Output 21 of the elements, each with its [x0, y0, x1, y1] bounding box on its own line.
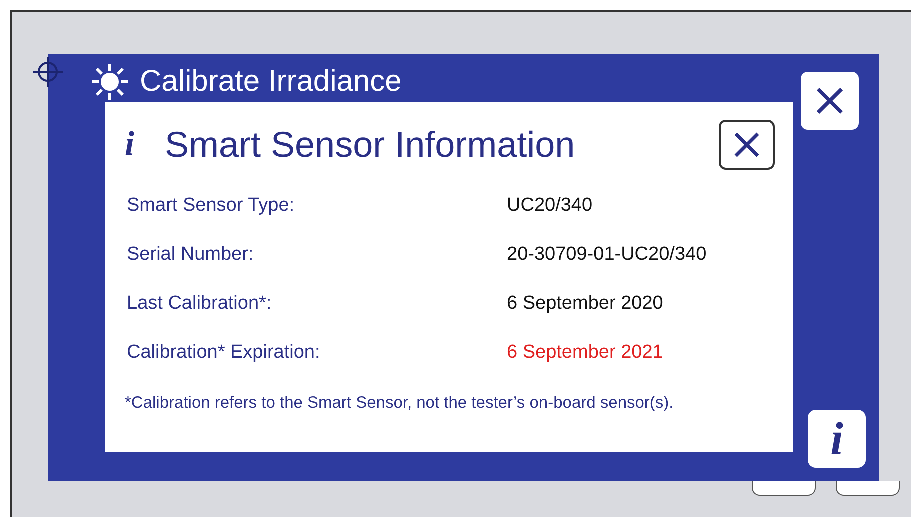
- footnote: *Calibration refers to the Smart Sensor, not the tester’s on-board sensor(s).: [125, 394, 675, 413]
- field-value: 20-30709-01-UC20/340: [507, 243, 707, 267]
- close-button[interactable]: [719, 120, 775, 170]
- field-label: Smart Sensor Type:: [127, 194, 296, 218]
- close-icon: [814, 85, 846, 117]
- field-value: UC20/340: [507, 194, 593, 218]
- field-value: 6 September 2021: [507, 341, 664, 365]
- crosshair-icon: [33, 57, 63, 87]
- field-value: 6 September 2020: [507, 292, 664, 316]
- dialog-title: Smart Sensor Information: [165, 124, 576, 166]
- close-icon: [732, 130, 762, 160]
- hidden-button[interactable]: [752, 481, 816, 496]
- sun-icon: [90, 62, 130, 102]
- screen-title: Calibrate Irradiance: [140, 65, 402, 99]
- close-button[interactable]: [801, 72, 859, 130]
- field-label: Last Calibration*:: [127, 292, 273, 316]
- info-icon: i: [125, 126, 143, 164]
- field-label: Calibration* Expiration:: [127, 341, 322, 365]
- field-label: Serial Number:: [127, 243, 255, 267]
- hidden-button[interactable]: [836, 481, 900, 496]
- info-button[interactable]: i: [808, 410, 866, 468]
